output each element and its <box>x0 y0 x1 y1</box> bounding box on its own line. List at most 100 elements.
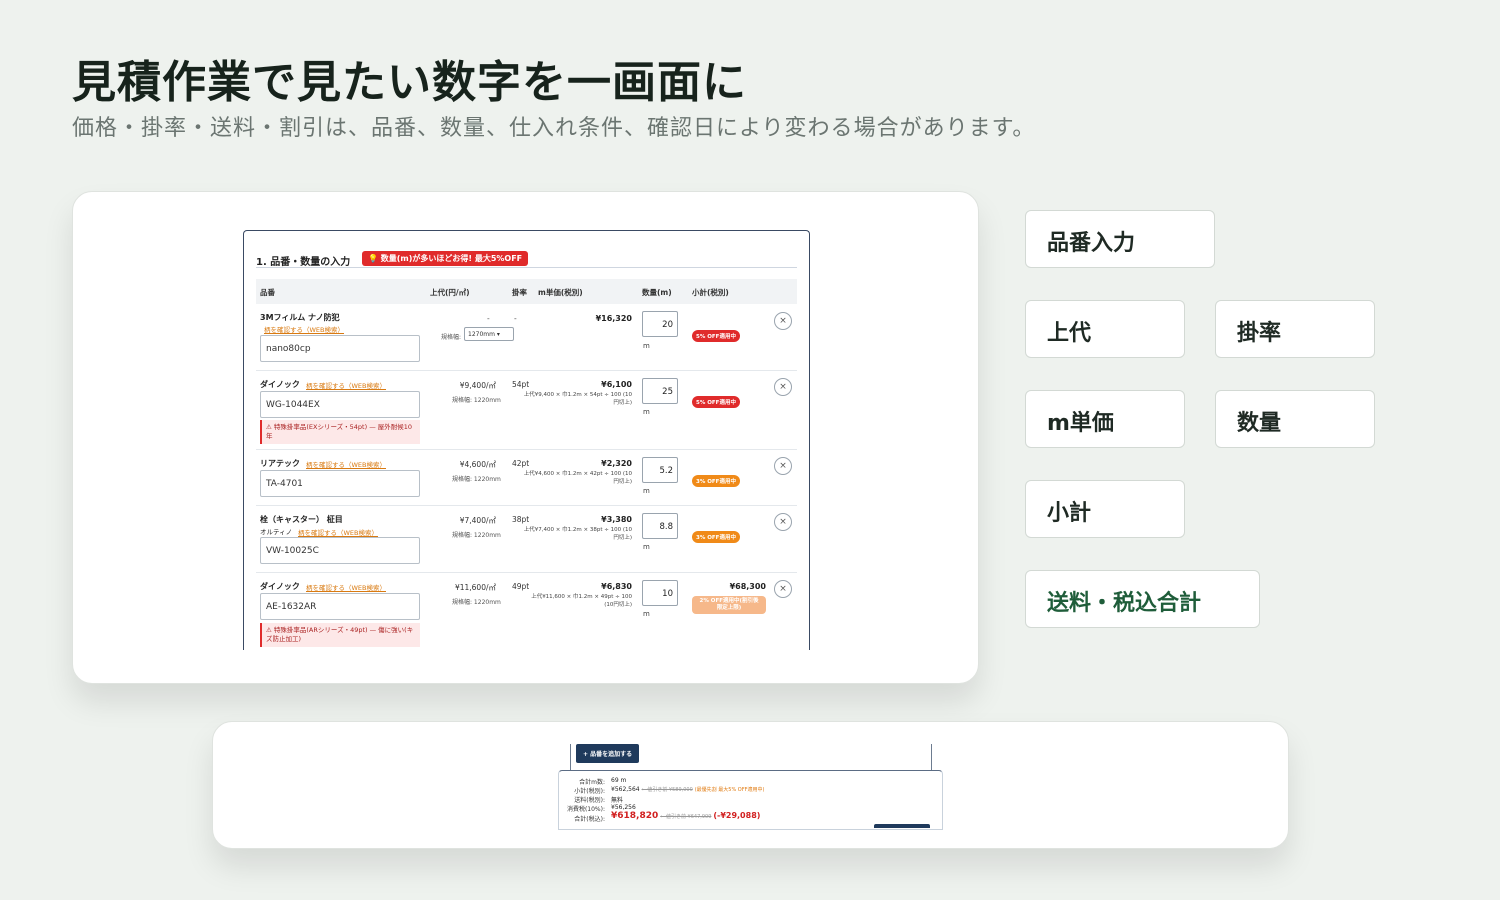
col-qty: 数量(m) <box>642 288 672 297</box>
action-button-edge[interactable] <box>874 824 930 828</box>
chip-list-price: 上代 <box>1025 300 1185 358</box>
total-m-label: 合計m数: <box>579 779 605 786</box>
unit-price: ¥2,320 <box>601 459 632 468</box>
width-spec: 規格幅: 1220mm <box>452 532 501 539</box>
promo-banner: 💡 数量(m)が多いほどお得! 最大5%OFF <box>362 251 529 266</box>
hero-title: 見積作業で見たい数字を一画面に <box>72 57 747 108</box>
discount-badge: 2% OFF適用中(割引後 限定上限) <box>692 596 766 615</box>
section-divider <box>256 267 797 268</box>
total-amount: ¥618,820 <box>611 811 659 821</box>
part-no-input[interactable]: nano80cp <box>260 335 420 362</box>
part-no-input[interactable]: WG-1044EX <box>260 391 420 418</box>
part-no-input[interactable]: AE-1632AR <box>260 593 420 620</box>
section-title: 1. 品番・数量の入力 <box>256 257 351 268</box>
total-value: ¥618,820 ← 値引き前 ¥647,909 (-¥29,088) <box>611 811 760 821</box>
special-rate-warning: ⚠ 特殊掛率品(ARシリーズ・49pt) — 傷に強い(キズ防止加工) <box>260 623 420 648</box>
rate: - <box>514 314 517 323</box>
unit-price: ¥16,320 <box>595 314 632 323</box>
pattern-link[interactable]: 柄を確認する（WEB検索） <box>306 582 386 592</box>
width-label: 規格幅: <box>441 334 462 341</box>
remove-row-button[interactable]: × <box>774 513 792 531</box>
discount-badge: 3% OFF適用中 <box>692 531 740 543</box>
discount-badge: 3% OFF適用中 <box>692 475 740 487</box>
list-price: ¥9,400/㎡ <box>459 381 496 390</box>
table-row: 3Mフィルム ナノ防犯 柄を確認する（WEB検索） nano80cp - - 規… <box>256 304 797 371</box>
col-subtotal: 小計(税別) <box>692 288 729 297</box>
qty-input[interactable]: 10 <box>642 580 678 606</box>
table-row: 栓（キャスター） 柾目 オルティノ 柄を確認する（WEB検索） VW-10025… <box>256 506 797 573</box>
unit-price: ¥6,830 <box>601 582 632 591</box>
rate: 49pt <box>512 582 530 591</box>
pattern-link[interactable]: 柄を確認する（WEB検索） <box>306 459 386 469</box>
chip-part-no: 品番入力 <box>1025 210 1215 268</box>
part-no-input[interactable]: VW-10025C <box>260 537 420 564</box>
rate: 54pt <box>512 380 530 389</box>
qty-input[interactable]: 5.2 <box>642 457 678 483</box>
subtotal-note: (最優先割 最大5% OFF適用中) <box>694 787 765 793</box>
price-calc: 上代¥9,400 × 巾1.2m × 54pt ÷ 100 (10円切上) <box>523 392 632 406</box>
frame-line <box>570 744 571 772</box>
list-price: ¥4,600/㎡ <box>459 460 496 469</box>
subtotal-before: ← 値引き前 ¥589,000 <box>641 787 693 793</box>
add-part-button[interactable]: + 品番を追加する <box>576 744 640 763</box>
qty-input[interactable]: 20 <box>642 311 678 337</box>
form-preview-card: 1. 品番・数量の入力 💡 数量(m)が多いほどお得! 最大5%OFF 品番 上… <box>72 191 979 684</box>
unit-price: ¥6,100 <box>601 380 632 389</box>
width-spec: 規格幅: 1220mm <box>452 397 501 404</box>
total-before: ← 値引き前 ¥647,909 <box>660 814 712 820</box>
remove-row-button[interactable]: × <box>774 457 792 475</box>
special-rate-warning: ⚠ 特殊掛率品(EXシリーズ・54pt) — 屋外耐候10年 <box>260 420 420 445</box>
col-list-price: 上代(円/㎡) <box>430 288 470 297</box>
table-row: ダイノック 柄を確認する（WEB検索） AE-1632AR ⚠ 特殊掛率品(AR… <box>256 573 797 650</box>
qty-unit: m <box>643 487 650 495</box>
shipping-value: 無料 <box>611 797 624 804</box>
col-m-price: m単価(税別) <box>538 288 583 297</box>
product-name: ダイノック <box>260 380 300 389</box>
part-no-input[interactable]: TA-4701 <box>260 470 420 497</box>
unit-price: ¥3,380 <box>601 515 632 524</box>
table-row: ダイノック 柄を確認する（WEB検索） WG-1044EX ⚠ 特殊掛率品(EX… <box>256 371 797 450</box>
discount-badge: 5% OFF適用中 <box>692 396 740 408</box>
tax-value: ¥56,256 <box>611 804 636 811</box>
remove-row-button[interactable]: × <box>774 580 792 598</box>
width-spec: 規格幅: 1220mm <box>452 599 501 606</box>
price-calc: 上代¥11,600 × 巾1.2m × 49pt ÷ 100 (10円切上) <box>531 594 632 608</box>
qty-unit: m <box>643 342 650 350</box>
qty-input[interactable]: 8.8 <box>642 513 678 539</box>
list-price: - <box>487 314 490 323</box>
qty-input[interactable]: 25 <box>642 378 678 404</box>
product-name: 3Mフィルム ナノ防犯 <box>260 313 340 322</box>
row-subtotal: ¥68,300 <box>729 582 766 591</box>
chip-m-price: m単価 <box>1025 390 1185 448</box>
remove-row-button[interactable]: × <box>774 378 792 396</box>
rate: 42pt <box>512 459 530 468</box>
list-price: ¥7,400/㎡ <box>459 516 496 525</box>
chip-qty: 数量 <box>1215 390 1375 448</box>
chip-subtotal: 小計 <box>1025 480 1185 538</box>
pattern-link[interactable]: 柄を確認する（WEB検索） <box>264 324 344 334</box>
quote-form-screenshot: 1. 品番・数量の入力 💡 数量(m)が多いほどお得! 最大5%OFF 品番 上… <box>243 230 810 650</box>
price-calc: 上代¥7,400 × 巾1.2m × 38pt ÷ 100 (10円切上) <box>523 527 632 541</box>
product-name: 栓（キャスター） 柾目 <box>260 515 343 524</box>
maker-name: オルティノ <box>260 528 293 536</box>
summary-preview-card: + 品番を追加する 合計m数: 69 m 小計(税別): ¥562,564 ← … <box>212 721 1289 849</box>
pattern-link[interactable]: 柄を確認する（WEB検索） <box>298 527 378 537</box>
product-name: リアテック <box>260 459 300 468</box>
rate: 38pt <box>512 515 530 524</box>
table-header: 品番 上代(円/㎡) 掛率 m単価(税別) 数量(m) 小計(税別) <box>256 279 797 304</box>
remove-row-button[interactable]: × <box>774 312 792 330</box>
total-m-value: 69 m <box>611 777 627 784</box>
chip-shipping-total: 送料・税込合計 <box>1025 570 1260 628</box>
summary-box: 合計m数: 69 m 小計(税別): ¥562,564 ← 値引き前 ¥589,… <box>558 770 943 830</box>
qty-unit: m <box>643 610 650 618</box>
total-savings: (-¥29,088) <box>713 811 761 820</box>
list-price: ¥11,600/㎡ <box>454 583 496 592</box>
subtotal-label: 小計(税別): <box>574 788 605 795</box>
width-select[interactable]: 1270mm ▾ <box>464 327 514 341</box>
product-name: ダイノック <box>260 582 300 591</box>
pattern-link[interactable]: 柄を確認する（WEB検索） <box>306 380 386 390</box>
price-calc: 上代¥4,600 × 巾1.2m × 42pt ÷ 100 (10円切上) <box>523 471 632 485</box>
shipping-label: 送料(税別): <box>574 797 605 804</box>
subtotal-value: ¥562,564 ← 値引き前 ¥589,000 (最優先割 最大5% OFF適… <box>611 786 764 793</box>
qty-unit: m <box>643 408 650 416</box>
